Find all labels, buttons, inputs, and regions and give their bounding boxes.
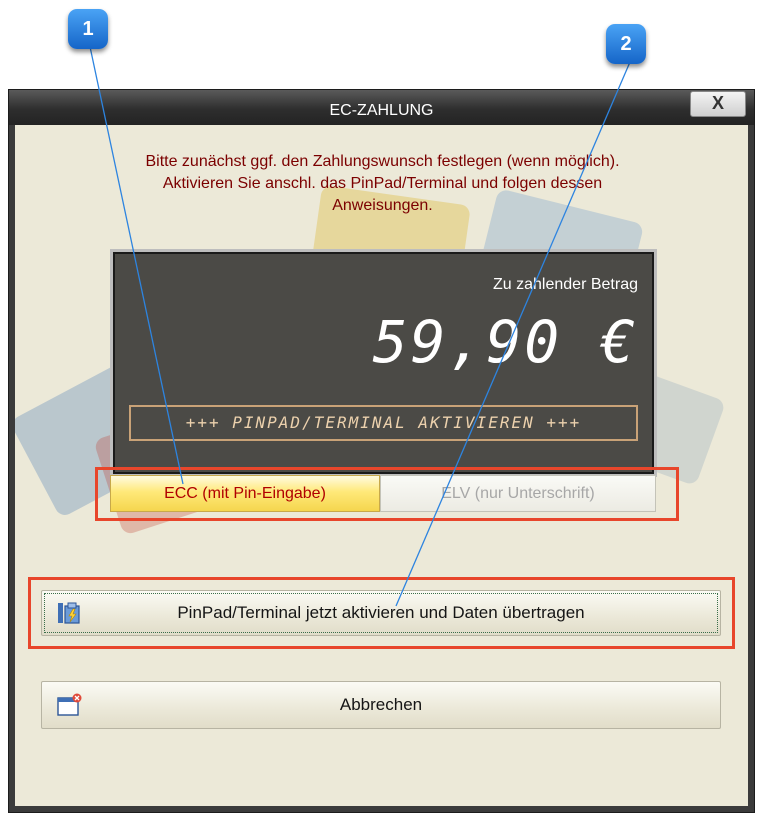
terminal-status: +++ PINPAD/TERMINAL AKTIVIEREN +++ — [129, 405, 638, 441]
instruction-text: Bitte zunächst ggf. den Zahlungswunsch f… — [55, 151, 710, 217]
callout-badge-1: 1 — [68, 9, 108, 49]
ec-payment-dialog: EC-ZAHLUNG X Bitte zunächst ggf. den Zah… — [8, 89, 755, 813]
activate-terminal-button[interactable]: PinPad/Terminal jetzt aktivieren und Dat… — [41, 590, 721, 636]
terminal-icon — [58, 602, 80, 624]
close-button[interactable]: X — [690, 91, 746, 117]
window-title: EC-ZAHLUNG — [329, 102, 434, 119]
amount-value: 59,90 € — [372, 308, 638, 376]
focus-ring — [44, 593, 718, 633]
close-icon: X — [711, 93, 724, 113]
dialog-body: Bitte zunächst ggf. den Zahlungswunsch f… — [15, 125, 748, 806]
ecc-mode-button[interactable]: ECC (mit Pin-Eingabe) — [110, 475, 380, 512]
window-close-icon — [57, 693, 82, 716]
elv-mode-button[interactable]: ELV (nur Unterschrift) — [380, 475, 656, 512]
callout-badge-2: 2 — [606, 24, 646, 64]
instruction-line: Bitte zunächst ggf. den Zahlungswunsch f… — [145, 153, 620, 170]
amount-label: Zu zahlender Betrag — [493, 276, 638, 293]
title-bar: EC-ZAHLUNG X — [9, 90, 754, 125]
instruction-line: Anweisungen. — [332, 197, 433, 214]
cancel-button[interactable]: Abbrechen — [41, 681, 721, 729]
cancel-label: Abbrechen — [339, 695, 423, 714]
amount-display: Zu zahlender Betrag 59,90 € +++ PINPAD/T… — [110, 249, 657, 477]
instruction-line: Aktivieren Sie anschl. das PinPad/Termin… — [162, 175, 603, 192]
